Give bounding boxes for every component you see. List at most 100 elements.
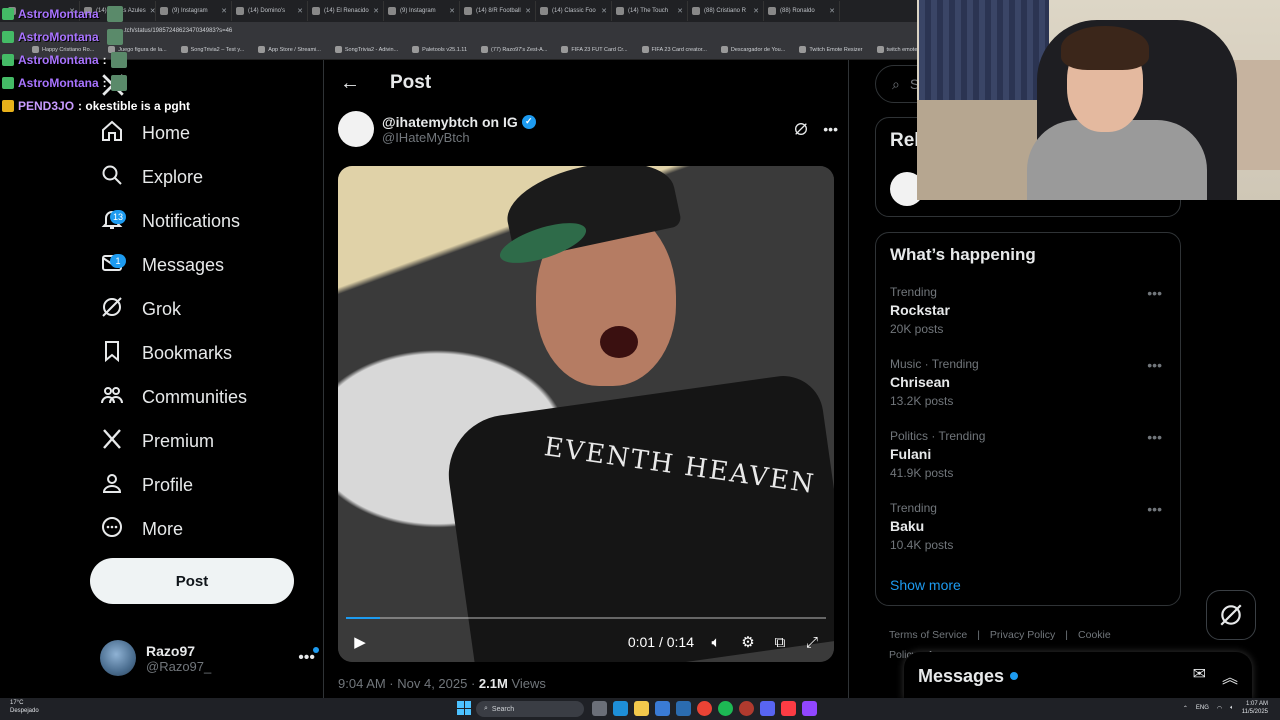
sidebar-item-notifications[interactable]: 13 Notifications (100, 201, 240, 241)
trend-count: 20K posts (890, 322, 944, 336)
sidebar-item-profile[interactable]: Profile (100, 465, 193, 505)
new-message-icon[interactable]: ✉ (1193, 664, 1206, 688)
volume-icon[interactable]: 🔈︎ (1230, 705, 1234, 712)
bookmark-item[interactable]: App Store / Streami... (252, 46, 327, 53)
author-name-row[interactable]: @ihatemybtch on IG ✓ (382, 114, 536, 130)
clock[interactable]: 1:07 AM 11/5/2025 (1242, 700, 1268, 716)
discord-icon[interactable] (760, 701, 775, 716)
close-tab-icon[interactable]: ✕ (829, 7, 835, 15)
trend-item[interactable]: Trending Baku 10.4K posts ••• (890, 501, 1170, 561)
close-tab-icon[interactable]: ✕ (221, 7, 227, 15)
author-name[interactable]: @ihatemybtch on IG (382, 114, 518, 130)
more-dots-icon[interactable]: ••• (298, 647, 319, 667)
expand-up-icon[interactable]: ︽ (1222, 664, 1238, 688)
fullscreen-icon[interactable]: ⤢ (802, 632, 822, 652)
sidebar-item-messages[interactable]: 1 Messages (100, 245, 224, 285)
browser-tab[interactable]: (88) Ronaldo ✕ (764, 1, 840, 21)
bookmark-item[interactable]: Descargador de You... (715, 46, 791, 53)
account-handle: @Razo97_ (146, 658, 212, 674)
sidebar-item-communities[interactable]: Communities (100, 377, 247, 417)
messages-drawer[interactable]: Messages ✉ ︽ (904, 652, 1252, 700)
browser-tab[interactable]: (14) Domino's ✕ (232, 1, 308, 21)
video-progress-bar[interactable] (346, 617, 826, 619)
bookmark-label: Twitch Emote Resizer (809, 46, 863, 53)
music-icon[interactable] (781, 701, 796, 716)
footer-separator: | (977, 629, 980, 641)
grok-floating-button[interactable] (1206, 590, 1256, 640)
account-switcher[interactable]: Razo97 @Razo97_ ••• (100, 636, 319, 680)
sidebar-item-explore[interactable]: Explore (100, 157, 203, 197)
windows-start-icon[interactable] (457, 701, 471, 715)
footer-link[interactable]: Terms of Service (889, 629, 967, 641)
relevant-title: Rel (890, 130, 920, 151)
store-icon[interactable] (655, 701, 670, 716)
more-dots-icon[interactable]: ••• (823, 121, 838, 137)
taskbar-search[interactable]: ⌕ Search (476, 701, 584, 717)
trend-item[interactable]: Trending Rockstar 20K posts ••• (890, 285, 1170, 345)
bookmark-item[interactable]: Twitch Emote Resizer (793, 46, 868, 53)
mail-icon[interactable] (676, 701, 691, 716)
browser-tab[interactable]: (88) Cristiano R ✕ (688, 1, 764, 21)
spotify-icon[interactable] (718, 701, 733, 716)
back-arrow-icon[interactable]: ← (340, 72, 360, 95)
browser-tab[interactable]: (9) Instagram ✕ (384, 1, 460, 21)
sidebar-item-home[interactable]: Home (100, 113, 190, 153)
tab-label: (14) El Renacido (324, 8, 369, 14)
edge-icon[interactable] (613, 701, 628, 716)
bookmark-item[interactable]: FIFA 23 FUT Card Cr... (555, 46, 633, 53)
file-explorer-icon[interactable] (634, 701, 649, 716)
author-avatar[interactable] (338, 111, 374, 147)
more-dots-icon[interactable]: ••• (1147, 285, 1162, 301)
video-controls: ▶ 0:01 / 0:14 🔈︎ ⚙ ⧉ ⤢ (338, 622, 834, 662)
volume-icon[interactable]: 🔈︎ (706, 632, 726, 652)
trend-category: Music · Trending (890, 357, 979, 371)
video-player[interactable]: EVENTH HEAVEN ▶ 0:01 / 0:14 🔈︎ ⚙ ⧉ ⤢ (338, 166, 834, 662)
settings-gear-icon[interactable]: ⚙ (738, 632, 758, 652)
sidebar-item-bookmarks[interactable]: Bookmarks (100, 333, 232, 373)
weather-widget[interactable]: 17°C Despejado (10, 699, 39, 715)
wifi-icon[interactable]: ◠ (1217, 705, 1222, 712)
sidebar-item-grok[interactable]: Grok (100, 289, 181, 329)
sidebar-item-premium[interactable]: Premium (100, 421, 214, 461)
language-indicator[interactable]: ENG (1196, 705, 1209, 711)
bookmark-item[interactable]: FIFA 23 Card creator... (636, 46, 713, 53)
bookmark-item[interactable]: (77) Razo97's Zest-A... (475, 46, 553, 53)
close-tab-icon[interactable]: ✕ (297, 7, 303, 15)
bookmark-item[interactable]: SongTrivia2 - Adivin... (329, 46, 404, 53)
show-more-link[interactable]: Show more (890, 577, 961, 593)
task-view-icon[interactable] (592, 701, 607, 716)
pip-icon[interactable]: ⧉ (770, 632, 790, 652)
post-button[interactable]: Post (90, 558, 294, 604)
twitch-icon[interactable] (802, 701, 817, 716)
close-tab-icon[interactable]: ✕ (601, 7, 607, 15)
grok-icon (100, 295, 124, 324)
footer-link[interactable]: Privacy Policy (990, 629, 1055, 641)
whats-happening-card: What’s happening Trending Rockstar 20K pos… (875, 232, 1181, 606)
post-timestamp[interactable]: 9:04 AM · Nov 4, 2025 · (338, 676, 475, 691)
trend-item[interactable]: Politics · Trending Fulani 41.9K posts ••• (890, 429, 1170, 489)
bookmark-item[interactable]: Paletools v25.1.11 (406, 46, 473, 53)
sidebar-item-more[interactable]: More (100, 509, 183, 549)
browser-tab[interactable]: (14) The Touch ✕ (612, 1, 688, 21)
close-tab-icon[interactable]: ✕ (677, 7, 683, 15)
play-icon[interactable]: ▶ (350, 632, 370, 652)
chrome-icon[interactable] (697, 701, 712, 716)
author-handle[interactable]: @IHateMyBtch (382, 130, 536, 145)
browser-tab[interactable]: (14) Classic Foo ✕ (536, 1, 612, 21)
obs-icon[interactable] (739, 701, 754, 716)
close-tab-icon[interactable]: ✕ (525, 7, 531, 15)
more-dots-icon[interactable]: ••• (1147, 501, 1162, 517)
grok-icon[interactable] (793, 121, 809, 137)
favicon-icon (236, 7, 244, 15)
browser-tab[interactable]: (14) El Renacido ✕ (308, 1, 384, 21)
close-tab-icon[interactable]: ✕ (373, 7, 379, 15)
avatar (100, 640, 136, 676)
browser-tab[interactable]: (14) 8/R Football ✕ (460, 1, 536, 21)
chevron-up-icon[interactable]: ⌃ (1183, 705, 1188, 712)
close-tab-icon[interactable]: ✕ (753, 7, 759, 15)
more-dots-icon[interactable]: ••• (1147, 429, 1162, 445)
more-dots-icon[interactable]: ••• (1147, 357, 1162, 373)
trend-item[interactable]: Music · Trending Chrisean 13.2K posts ••• (890, 357, 1170, 417)
weather-temp: 17°C (10, 700, 24, 706)
close-tab-icon[interactable]: ✕ (449, 7, 455, 15)
